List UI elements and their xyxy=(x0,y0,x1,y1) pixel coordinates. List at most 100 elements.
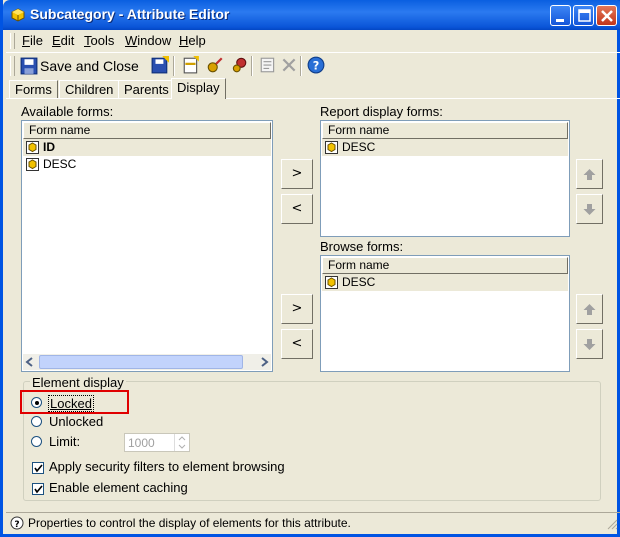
limit-radio[interactable] xyxy=(31,436,42,447)
available-form-name-id: ID xyxy=(43,140,55,154)
checkmark-icon xyxy=(34,464,43,473)
save-as-icon[interactable] xyxy=(151,56,169,74)
element-display-legend: Element display xyxy=(30,375,126,390)
tab-children[interactable]: Children xyxy=(59,80,120,98)
menu-tools-rest: ools xyxy=(90,33,115,48)
limit-value[interactable]: 1000 xyxy=(128,436,155,450)
menu-bar: File Edit Tools Window Help xyxy=(6,30,620,52)
close-icon xyxy=(601,10,613,22)
attribute-editor-window: Subcategory - Attribute Editor File Edit… xyxy=(0,0,620,537)
cube-icon xyxy=(11,8,25,22)
menu-window[interactable]: Window xyxy=(125,33,171,48)
svg-text:?: ? xyxy=(313,60,320,73)
browse-forms-label: Browse forms: xyxy=(320,239,404,254)
browse-form-name-desc: DESC xyxy=(342,275,376,289)
available-forms-column-header[interactable]: Form name xyxy=(23,122,271,139)
menu-help-rest: elp xyxy=(188,33,206,48)
form-icon xyxy=(325,276,338,289)
report-move-down-button[interactable] xyxy=(576,194,603,224)
tab-display[interactable]: Display xyxy=(171,78,226,99)
apply-security-label[interactable]: Apply security filters to element browsi… xyxy=(49,459,285,474)
form-icon xyxy=(325,141,338,154)
unlocked-label[interactable]: Unlocked xyxy=(49,414,103,429)
browse-move-up-button[interactable] xyxy=(576,294,603,324)
window-title: Subcategory - Attribute Editor xyxy=(30,6,230,22)
limit-label[interactable]: Limit: xyxy=(49,434,80,449)
close-button[interactable] xyxy=(596,5,617,26)
toolbar-separator xyxy=(173,56,175,76)
report-display-forms-list[interactable]: Form name DESC xyxy=(320,120,570,237)
form-icon xyxy=(26,158,39,171)
menu-tools[interactable]: Tools xyxy=(84,33,114,48)
enable-caching-label[interactable]: Enable element caching xyxy=(49,480,188,495)
status-text: Properties to control the display of ele… xyxy=(28,516,351,530)
help-icon[interactable]: ? xyxy=(307,56,325,74)
menu-file[interactable]: File xyxy=(22,33,43,48)
arrow-up-icon xyxy=(583,304,596,315)
browse-forms-column-header[interactable]: Form name xyxy=(322,257,568,274)
browse-form-row-desc[interactable]: DESC xyxy=(322,274,568,291)
info-icon: ? xyxy=(10,516,24,530)
save-and-close-button[interactable]: Save and Close xyxy=(18,55,146,76)
menu-window-mnemonic: W xyxy=(125,33,138,48)
menu-edit[interactable]: Edit xyxy=(52,33,74,48)
available-form-row-id[interactable]: ID xyxy=(23,139,271,156)
report-move-up-button[interactable] xyxy=(576,159,603,189)
unlocked-radio[interactable] xyxy=(31,416,42,427)
available-forms-list[interactable]: Form name ID DESC xyxy=(21,120,273,372)
menu-edit-rest: dit xyxy=(60,33,75,48)
status-bar: ? Properties to control the display of e… xyxy=(6,512,620,534)
arrow-up-icon xyxy=(583,169,596,180)
report-display-forms-label: Report display forms: xyxy=(320,104,443,119)
new-form-icon[interactable] xyxy=(182,56,200,74)
browse-move-down-button[interactable] xyxy=(576,329,603,359)
add-to-report-button[interactable]: > xyxy=(281,159,313,189)
horizontal-scrollbar[interactable] xyxy=(23,354,271,370)
tab-strip: Forms Children Parents Display xyxy=(6,78,620,100)
relationship-icon[interactable] xyxy=(230,56,248,74)
available-form-row-desc[interactable]: DESC xyxy=(23,156,271,173)
menu-help[interactable]: Help xyxy=(179,33,206,48)
save-and-close-label: Save and Close xyxy=(40,58,139,74)
browse-forms-list[interactable]: Form name DESC xyxy=(320,255,570,372)
spinner-arrows-icon xyxy=(178,436,186,449)
menubar-grip[interactable] xyxy=(10,33,15,49)
report-form-name-desc: DESC xyxy=(342,140,376,154)
toolbar-grip[interactable] xyxy=(10,56,15,76)
report-form-row-desc[interactable]: DESC xyxy=(322,139,568,156)
available-form-name-desc: DESC xyxy=(43,157,77,171)
spinner-arrows[interactable] xyxy=(174,434,189,451)
menu-window-rest: indow xyxy=(137,33,172,48)
available-forms-label: Available forms: xyxy=(21,104,114,119)
save-icon xyxy=(20,57,38,75)
toolbar-separator-3 xyxy=(300,56,302,76)
maximize-button[interactable] xyxy=(573,5,594,26)
remove-from-report-button[interactable]: < xyxy=(281,194,313,224)
delete-icon[interactable] xyxy=(280,56,298,74)
attribute-icon[interactable] xyxy=(206,56,224,74)
menu-help-mnemonic: H xyxy=(179,33,189,48)
arrow-down-icon xyxy=(583,339,596,350)
toolbar-separator-2 xyxy=(251,56,253,76)
title-bar[interactable]: Subcategory - Attribute Editor xyxy=(3,0,620,30)
report-forms-column-header[interactable]: Form name xyxy=(322,122,568,139)
limit-spinner[interactable]: 1000 xyxy=(124,433,190,452)
tab-parents[interactable]: Parents xyxy=(118,80,175,98)
add-to-browse-button[interactable]: > xyxy=(281,294,313,324)
scroll-right-icon[interactable] xyxy=(259,357,269,367)
minimize-button[interactable] xyxy=(550,5,571,26)
menu-file-rest: ile xyxy=(29,33,43,48)
toolbar: Save and Close ? xyxy=(6,52,620,79)
highlight-box xyxy=(20,390,129,414)
scroll-thumb[interactable] xyxy=(39,355,243,369)
tab-forms[interactable]: Forms xyxy=(9,80,58,98)
remove-from-browse-button[interactable]: < xyxy=(281,329,313,359)
arrow-down-icon xyxy=(583,204,596,215)
properties-icon[interactable] xyxy=(259,56,277,74)
checkmark-icon xyxy=(34,485,43,494)
scroll-left-icon[interactable] xyxy=(25,357,35,367)
enable-caching-checkbox[interactable] xyxy=(32,483,44,495)
minimize-icon xyxy=(556,19,564,22)
apply-security-checkbox[interactable] xyxy=(32,462,44,474)
resize-grip-icon[interactable] xyxy=(606,518,618,530)
